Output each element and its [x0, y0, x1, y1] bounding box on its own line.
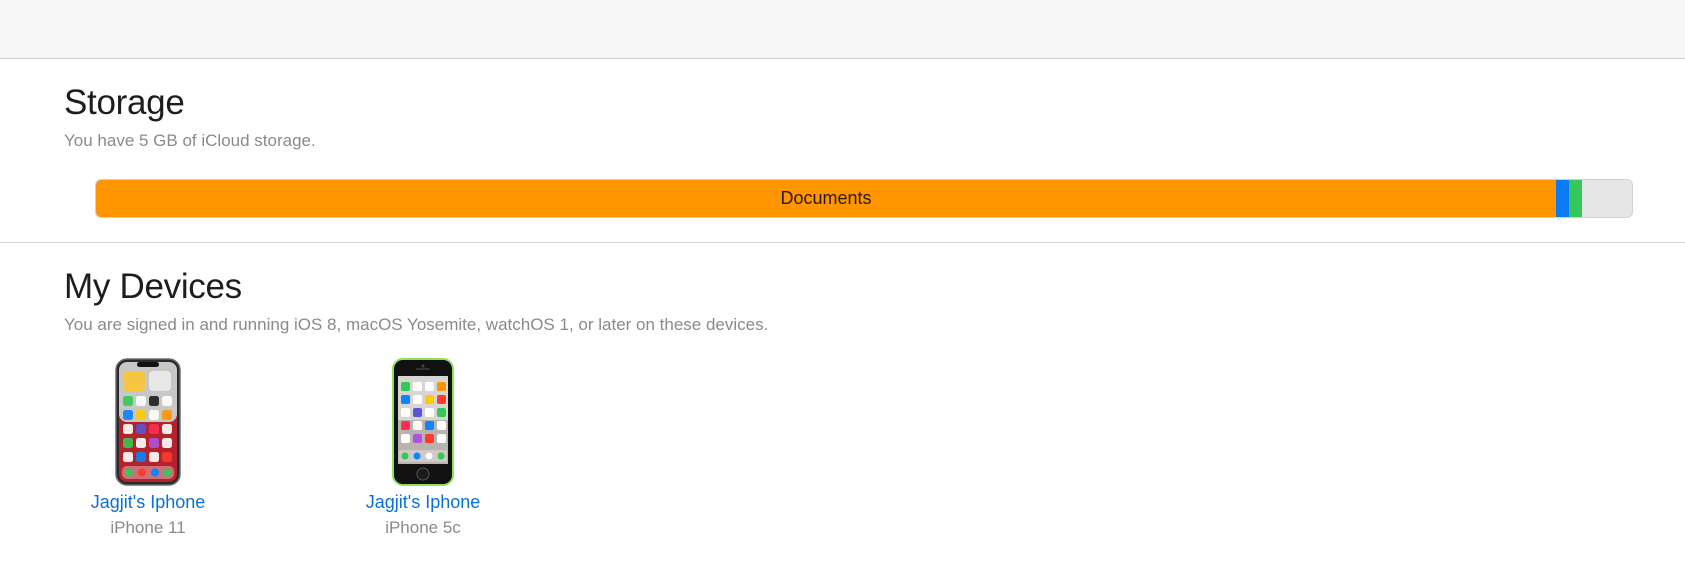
device-model: iPhone 5c [385, 518, 461, 537]
device-card[interactable]: Jagjit's Iphone iPhone 11 [58, 358, 238, 538]
storage-segment-blue [1555, 180, 1569, 217]
storage-segment-label: Documents [780, 188, 872, 208]
device-name-link[interactable]: Jagjit's Iphone [333, 492, 513, 513]
devices-title: My Devices [64, 267, 242, 306]
iphone-5c-icon [392, 358, 454, 486]
iphone-11-icon [115, 358, 181, 486]
top-bar [0, 0, 1685, 59]
device-model: iPhone 11 [110, 518, 186, 537]
device-card[interactable]: Jagjit's Iphone iPhone 5c [333, 358, 513, 538]
storage-bar: Documents [95, 179, 1633, 218]
storage-segment-documents: Documents [96, 180, 1556, 217]
section-divider [0, 242, 1685, 243]
storage-subtitle: You have 5 GB of iCloud storage. [64, 131, 316, 150]
device-name-link[interactable]: Jagjit's Iphone [58, 492, 238, 513]
devices-subtitle: You are signed in and running iOS 8, mac… [64, 315, 769, 334]
storage-title: Storage [64, 83, 185, 122]
storage-segment-green [1569, 180, 1583, 217]
